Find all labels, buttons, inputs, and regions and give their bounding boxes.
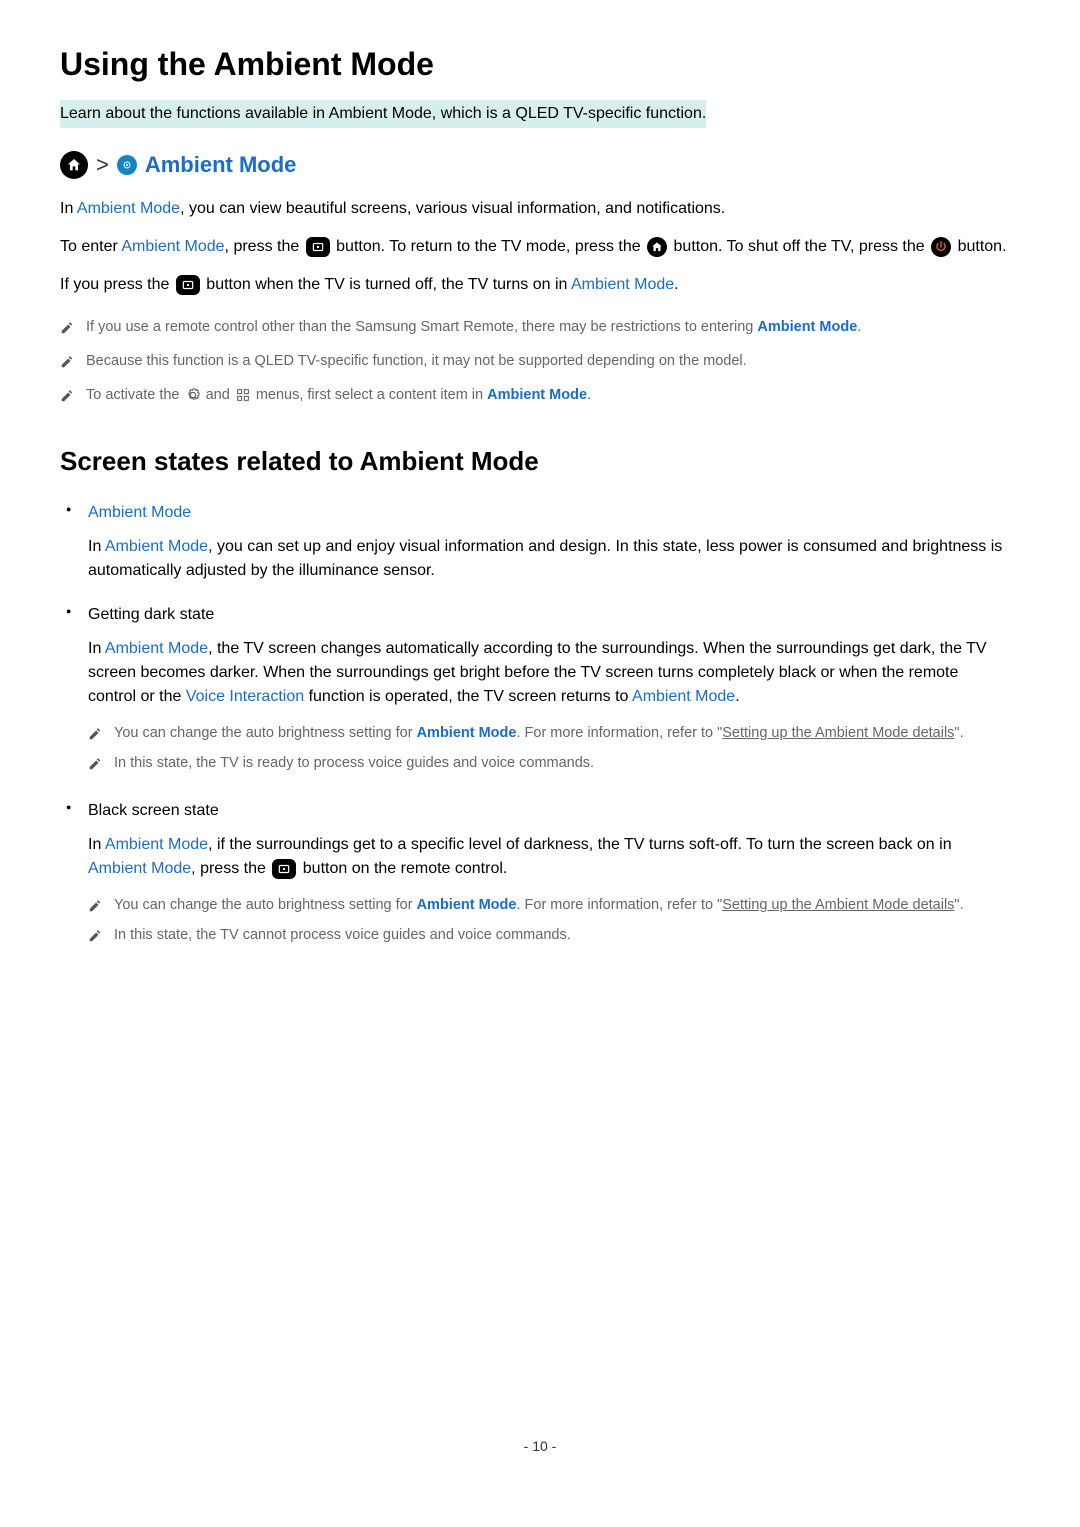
- note-item: If you use a remote control other than t…: [60, 311, 1020, 345]
- ambient-mode-link[interactable]: Ambient Mode: [632, 688, 735, 705]
- home-icon: [60, 151, 88, 179]
- paragraph-1: In Ambient Mode, you can view beautiful …: [60, 197, 1020, 221]
- section-title: Screen states related to Ambient Mode: [60, 442, 1020, 481]
- pencil-icon: [88, 727, 102, 741]
- ambient-mode-link[interactable]: Ambient Mode: [417, 725, 517, 741]
- breadcrumb-label: Ambient Mode: [145, 148, 297, 181]
- list-item: Black screen state In Ambient Mode, if t…: [88, 799, 1020, 951]
- setup-details-link[interactable]: Setting up the Ambient Mode details: [722, 897, 954, 913]
- power-button-icon: [931, 237, 951, 257]
- screen-states-list: Ambient Mode In Ambient Mode, you can se…: [60, 501, 1020, 950]
- list-item: Ambient Mode In Ambient Mode, you can se…: [88, 501, 1020, 583]
- note-item: In this state, the TV is ready to proces…: [88, 749, 1020, 779]
- ambient-mode-link[interactable]: Ambient Mode: [88, 504, 191, 521]
- paragraph-3: If you press the button when the TV is t…: [60, 273, 1020, 297]
- list-item: Getting dark state In Ambient Mode, the …: [88, 603, 1020, 779]
- ambient-mode-link[interactable]: Ambient Mode: [105, 836, 208, 853]
- pencil-icon: [60, 321, 74, 335]
- ambient-mode-link[interactable]: Ambient Mode: [417, 897, 517, 913]
- note-item: To activate the and menus, first select …: [60, 379, 1020, 413]
- note-item: You can change the auto brightness setti…: [88, 891, 1020, 921]
- ambient-mode-link[interactable]: Ambient Mode: [571, 276, 674, 293]
- pencil-icon: [88, 899, 102, 913]
- note-item: In this state, the TV cannot process voi…: [88, 921, 1020, 951]
- pencil-icon: [60, 355, 74, 369]
- home-button-icon: [647, 237, 667, 257]
- ambient-mode-link[interactable]: Ambient Mode: [77, 200, 180, 217]
- breadcrumb: > Ambient Mode: [60, 148, 1020, 181]
- voice-interaction-link[interactable]: Voice Interaction: [186, 688, 304, 705]
- ambient-mode-link[interactable]: Ambient Mode: [757, 319, 857, 335]
- gear-icon: [185, 387, 201, 403]
- ambient-mode-link[interactable]: Ambient Mode: [88, 860, 191, 877]
- ambient-mode-link[interactable]: Ambient Mode: [105, 640, 208, 657]
- page-title: Using the Ambient Mode: [60, 40, 1020, 88]
- note-list: If you use a remote control other than t…: [60, 311, 1020, 412]
- pencil-icon: [88, 757, 102, 771]
- ambient-button-icon: [272, 859, 296, 879]
- chevron-right-icon: >: [96, 148, 109, 181]
- ambient-mode-link[interactable]: Ambient Mode: [121, 238, 224, 255]
- pencil-icon: [60, 389, 74, 403]
- setup-details-link[interactable]: Setting up the Ambient Mode details: [722, 725, 954, 741]
- page-number: - 10 -: [60, 1436, 1020, 1457]
- intro-text: Learn about the functions available in A…: [60, 100, 706, 128]
- ambient-button-icon: [176, 275, 200, 295]
- ambient-circle-icon: [117, 155, 137, 175]
- note-item: You can change the auto brightness setti…: [88, 719, 1020, 749]
- ambient-mode-link[interactable]: Ambient Mode: [105, 538, 208, 555]
- ambient-mode-link[interactable]: Ambient Mode: [487, 387, 587, 403]
- paragraph-2: To enter Ambient Mode, press the button.…: [60, 235, 1020, 259]
- note-item: Because this function is a QLED TV-speci…: [60, 345, 1020, 379]
- ambient-button-icon: [306, 237, 330, 257]
- apps-icon: [235, 387, 251, 403]
- pencil-icon: [88, 929, 102, 943]
